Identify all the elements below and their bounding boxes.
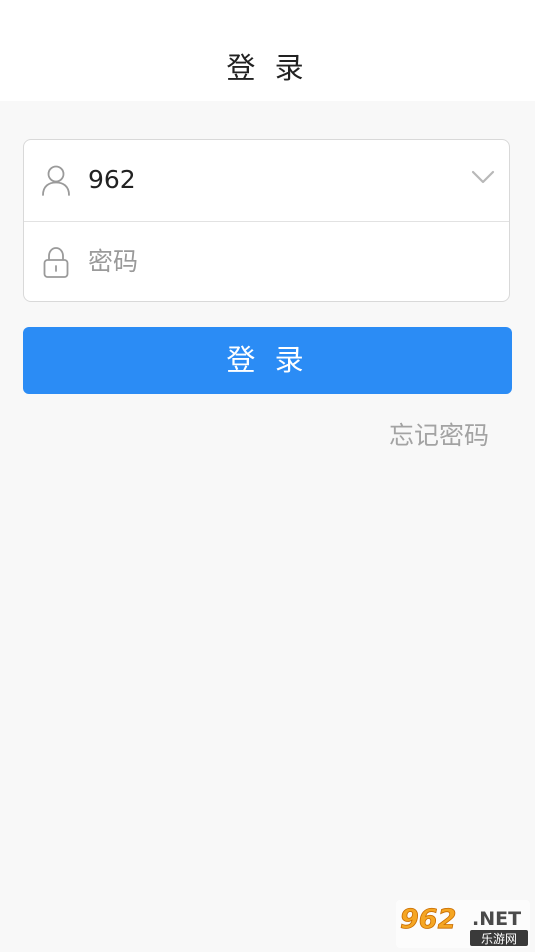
password-row[interactable]: 密码 xyxy=(24,222,509,301)
chevron-down-icon[interactable] xyxy=(471,169,495,185)
watermark-subtext: 乐游网 xyxy=(481,932,517,946)
forgot-password-link[interactable]: 忘记密码 xyxy=(389,418,489,454)
login-button[interactable]: 登 录 xyxy=(23,327,512,394)
lock-icon xyxy=(43,247,69,278)
account-row[interactable]: 962 xyxy=(24,140,509,221)
site-watermark-logo: 962 .NET 乐游网 xyxy=(396,900,530,948)
app-header: 登 录 xyxy=(0,0,535,101)
page-title: 登 录 xyxy=(226,51,309,85)
password-input[interactable]: 密码 xyxy=(88,242,138,282)
login-form: 962 密码 xyxy=(23,139,510,302)
watermark-brand: 962 xyxy=(400,904,456,935)
account-input[interactable]: 962 xyxy=(88,160,136,200)
user-icon xyxy=(42,165,70,196)
watermark-suffix: .NET xyxy=(472,908,521,930)
